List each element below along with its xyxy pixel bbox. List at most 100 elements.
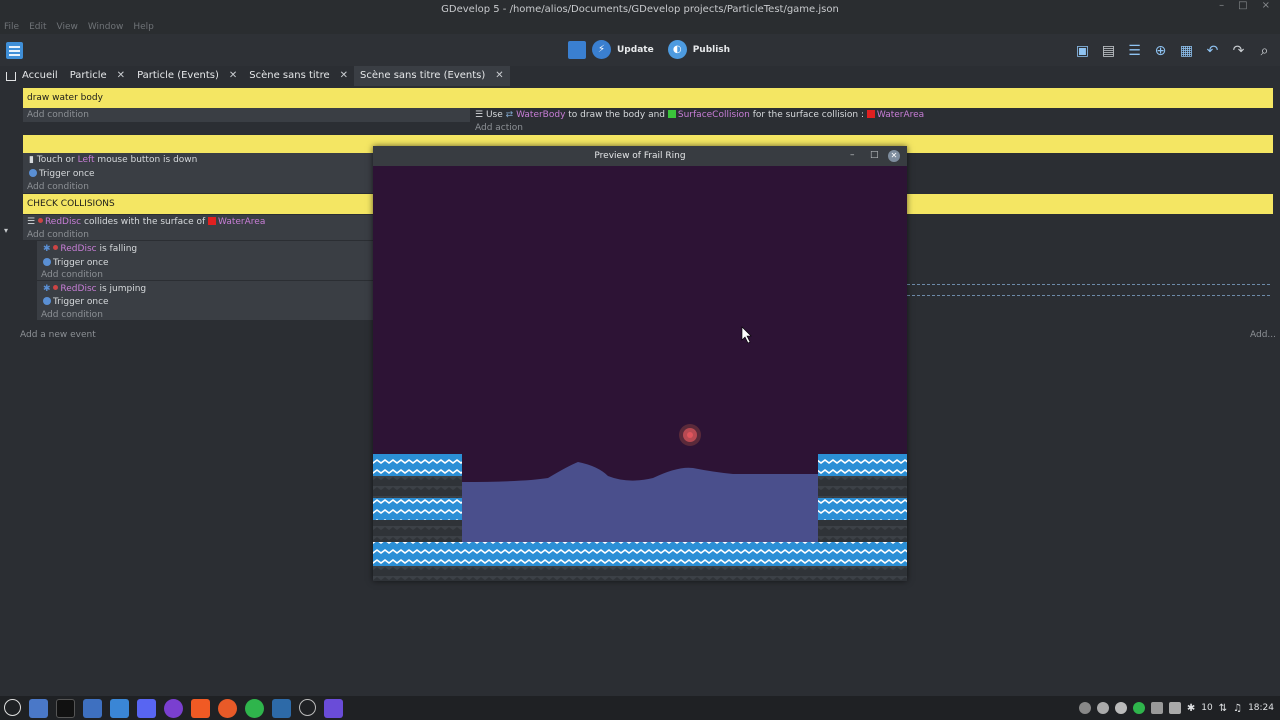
- close-icon[interactable]: ✕: [340, 66, 348, 86]
- close-icon[interactable]: ✕: [229, 66, 237, 86]
- system-tray: ✱ 10 ⇅ ♫ 18:24: [1078, 696, 1274, 720]
- minimize-button[interactable]: –: [1219, 0, 1224, 20]
- tab-home[interactable]: Accueil: [0, 66, 64, 86]
- menu-view[interactable]: View: [57, 20, 78, 34]
- maximize-icon[interactable]: □: [870, 150, 879, 160]
- object-name: SurfaceCollision: [677, 110, 750, 120]
- tab-particle-events[interactable]: Particle (Events) ✕: [131, 66, 243, 86]
- folder-icon[interactable]: [29, 699, 48, 718]
- redo-icon[interactable]: ↷: [1229, 41, 1248, 60]
- discord-icon[interactable]: [137, 699, 156, 718]
- project-manager-icon[interactable]: [6, 42, 23, 59]
- object-icon: [37, 218, 43, 223]
- discord-tray-icon[interactable]: [1078, 702, 1091, 714]
- brave-icon[interactable]: [191, 699, 210, 718]
- tray-icon[interactable]: [1114, 702, 1127, 714]
- add-menu-link[interactable]: Add...: [1250, 330, 1276, 340]
- add-action-link[interactable]: Add action: [475, 123, 523, 133]
- shield-icon[interactable]: [1168, 702, 1181, 714]
- action-text: Use: [485, 110, 503, 120]
- maximize-button[interactable]: □: [1238, 0, 1247, 20]
- action-icon: ☰: [475, 110, 484, 120]
- undo-icon[interactable]: ↶: [1203, 41, 1222, 60]
- search-icon[interactable]: ⌕: [1255, 41, 1274, 60]
- keyboard-indicator[interactable]: 10: [1201, 703, 1212, 713]
- files-icon[interactable]: [83, 699, 102, 718]
- condition-text: is jumping: [99, 284, 147, 294]
- tab-scene[interactable]: Scène sans titre ✕: [243, 66, 354, 86]
- add-condition-link[interactable]: Add condition: [41, 310, 103, 320]
- menu-help[interactable]: Help: [133, 20, 154, 34]
- spotify-tray-icon[interactable]: [1132, 702, 1145, 714]
- minimize-icon[interactable]: –: [850, 150, 855, 160]
- condition-trigger-once[interactable]: Trigger once: [29, 169, 95, 179]
- left-platform-bottom: [373, 520, 462, 542]
- tab-particle[interactable]: Particle ✕: [64, 66, 131, 86]
- terminal-icon[interactable]: [56, 699, 75, 718]
- menu-file[interactable]: File: [4, 20, 19, 34]
- main-toolbar: ⚡ Update ◐ Publish ▣ ▤ ☰ ⊕ ▦ ↶ ↷ ⌕: [0, 34, 1280, 66]
- settings-icon[interactable]: [299, 699, 316, 716]
- clipboard-icon[interactable]: [1150, 702, 1163, 714]
- preview-window: Preview of Frail Ring – □ ✕: [373, 146, 907, 581]
- condition-trigger-once[interactable]: Trigger once: [43, 297, 109, 307]
- game-canvas[interactable]: [373, 166, 907, 581]
- condition-panel: [23, 108, 470, 122]
- action-use-water[interactable]: ☰ Use ⇄ WaterBody to draw the body and S…: [475, 110, 924, 120]
- behavior-icon: ✱: [43, 244, 51, 254]
- menu-edit[interactable]: Edit: [29, 20, 46, 34]
- update-button[interactable]: Update: [617, 45, 654, 55]
- object-name: RedDisc: [60, 244, 97, 254]
- close-icon[interactable]: ✕: [888, 150, 900, 162]
- spotify-icon[interactable]: [245, 699, 264, 718]
- left-platform-mid: [373, 476, 462, 498]
- collapse-arrow-icon[interactable]: ▾: [4, 226, 8, 235]
- condition-touch[interactable]: ▮ Touch or Left mouse button is down: [29, 155, 197, 165]
- add-new-event-link[interactable]: Add a new event: [20, 330, 96, 340]
- condition-trigger-once[interactable]: Trigger once: [43, 258, 109, 268]
- window-title: GDevelop 5 - /home/alios/Documents/GDeve…: [0, 0, 1280, 20]
- screenshot-icon[interactable]: [110, 699, 129, 718]
- object-icon: [667, 110, 676, 118]
- object-icon: [208, 217, 217, 225]
- close-icon[interactable]: ✕: [117, 66, 125, 86]
- add-condition-link[interactable]: Add condition: [27, 230, 89, 240]
- close-button[interactable]: ×: [1262, 0, 1270, 20]
- clock[interactable]: 18:24: [1248, 703, 1274, 713]
- github-icon[interactable]: [164, 699, 183, 718]
- condition-collision[interactable]: ☰ RedDisc collides with the surface of W…: [27, 217, 265, 227]
- object-name: WaterArea: [218, 217, 266, 227]
- list-icon[interactable]: ☰: [1125, 41, 1144, 60]
- condition-falling[interactable]: ✱ RedDisc is falling: [43, 244, 137, 254]
- bluetooth-icon[interactable]: ✱: [1187, 703, 1195, 714]
- grid-icon[interactable]: ▦: [1177, 41, 1196, 60]
- condition-jumping[interactable]: ✱ RedDisc is jumping: [43, 284, 146, 294]
- right-platform-top: [818, 454, 907, 476]
- comment-event[interactable]: draw water body: [23, 88, 1273, 108]
- window-icon[interactable]: ▤: [1099, 41, 1118, 60]
- left-platform-wave: [373, 498, 462, 520]
- add-scene-icon[interactable]: ▣: [1073, 41, 1092, 60]
- network-icon[interactable]: ⇅: [1219, 703, 1227, 714]
- update-icon[interactable]: ⚡: [592, 40, 611, 59]
- taskbar: ✱ 10 ⇅ ♫ 18:24: [0, 696, 1280, 720]
- plus-icon[interactable]: ⊕: [1151, 41, 1170, 60]
- obs-tray-icon[interactable]: [1096, 702, 1109, 714]
- add-condition-link[interactable]: Add condition: [41, 270, 103, 280]
- gdevelop-icon[interactable]: [272, 699, 291, 718]
- video-icon[interactable]: [324, 699, 343, 718]
- tab-scene-events[interactable]: Scène sans titre (Events) ✕: [354, 66, 510, 86]
- condition-text: is falling: [99, 244, 138, 254]
- add-condition-link[interactable]: Add condition: [27, 182, 89, 192]
- menu-icon[interactable]: [4, 699, 21, 716]
- close-icon[interactable]: ✕: [495, 66, 503, 86]
- inkscape-icon[interactable]: [218, 699, 237, 718]
- trigger-icon: [43, 297, 51, 305]
- publish-icon[interactable]: ◐: [667, 40, 687, 59]
- volume-icon[interactable]: ♫: [1233, 703, 1242, 714]
- menu-window[interactable]: Window: [88, 20, 124, 34]
- debug-icon[interactable]: [568, 40, 586, 59]
- add-condition-link[interactable]: Add condition: [27, 110, 89, 120]
- publish-button[interactable]: Publish: [693, 45, 730, 55]
- action-drop-zone[interactable]: [907, 284, 1270, 296]
